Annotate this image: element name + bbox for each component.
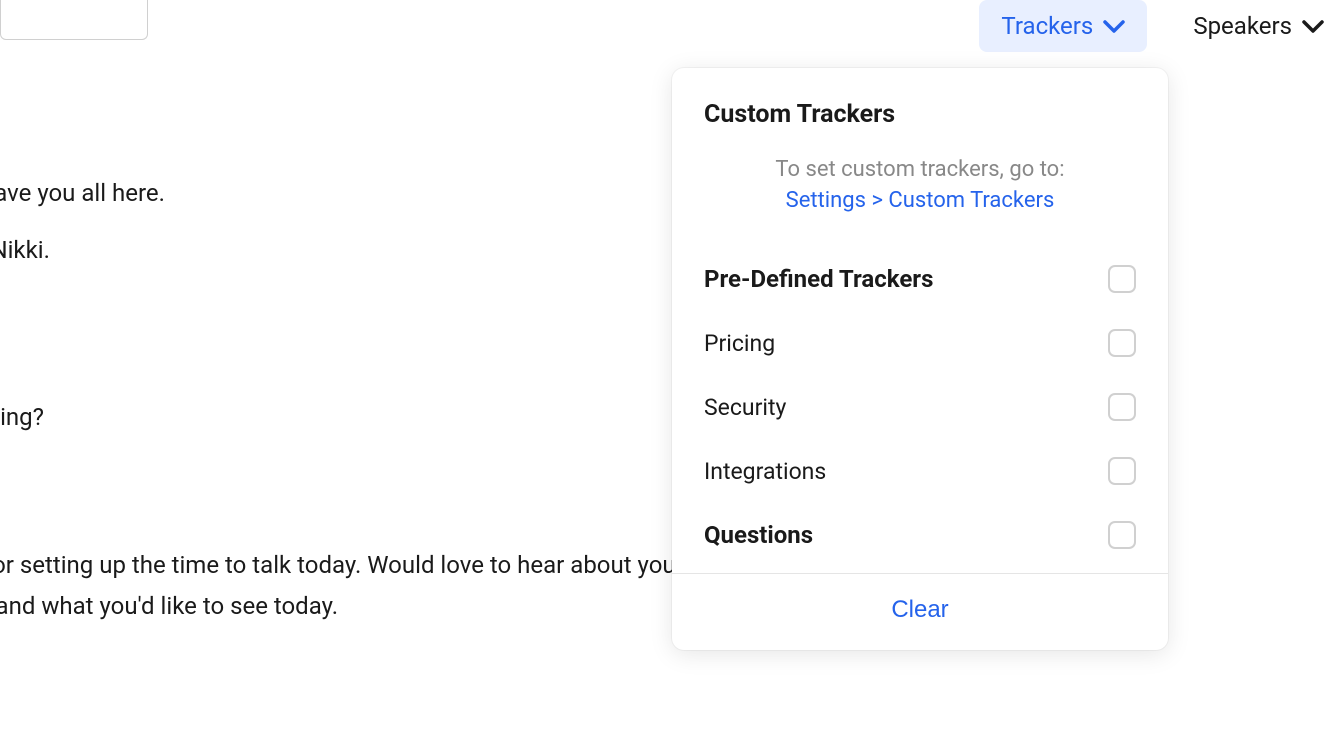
custom-trackers-hint: To set custom trackers, go to: bbox=[704, 157, 1136, 182]
predefined-trackers-all-checkbox[interactable] bbox=[1108, 265, 1136, 293]
tab-speakers[interactable]: Speakers bbox=[1171, 0, 1336, 52]
predefined-trackers-header-row: Pre-Defined Trackers bbox=[704, 247, 1136, 311]
tracker-security-checkbox[interactable] bbox=[1108, 393, 1136, 421]
tracker-label: Pricing bbox=[704, 330, 775, 357]
predefined-trackers-title: Pre-Defined Trackers bbox=[704, 265, 933, 293]
trackers-dropdown-panel: Custom Trackers To set custom trackers, … bbox=[672, 68, 1168, 650]
tab-trackers-label: Trackers bbox=[1001, 12, 1093, 40]
custom-trackers-title: Custom Trackers bbox=[704, 100, 1136, 129]
tracker-row-pricing[interactable]: Pricing bbox=[704, 311, 1136, 375]
dropdown-footer: Clear bbox=[672, 573, 1168, 650]
tracker-label: Questions bbox=[704, 521, 813, 549]
settings-custom-trackers-link[interactable]: Settings > Custom Trackers bbox=[704, 188, 1136, 213]
search-input-box[interactable] bbox=[0, 0, 148, 40]
tracker-label: Integrations bbox=[704, 458, 826, 485]
tab-speakers-label: Speakers bbox=[1193, 12, 1292, 40]
tracker-questions-checkbox[interactable] bbox=[1108, 521, 1136, 549]
tracker-pricing-checkbox[interactable] bbox=[1108, 329, 1136, 357]
tracker-row-integrations[interactable]: Integrations bbox=[704, 439, 1136, 503]
tab-trackers[interactable]: Trackers bbox=[979, 0, 1147, 52]
clear-button[interactable]: Clear bbox=[891, 596, 948, 624]
chevron-down-icon bbox=[1103, 12, 1125, 40]
tracker-row-questions[interactable]: Questions bbox=[704, 503, 1136, 567]
tracker-integrations-checkbox[interactable] bbox=[1108, 457, 1136, 485]
tracker-label: Security bbox=[704, 394, 786, 421]
chevron-down-icon bbox=[1302, 12, 1324, 40]
tracker-row-security[interactable]: Security bbox=[704, 375, 1136, 439]
filter-tabs: Trackers Speakers bbox=[979, 0, 1336, 52]
